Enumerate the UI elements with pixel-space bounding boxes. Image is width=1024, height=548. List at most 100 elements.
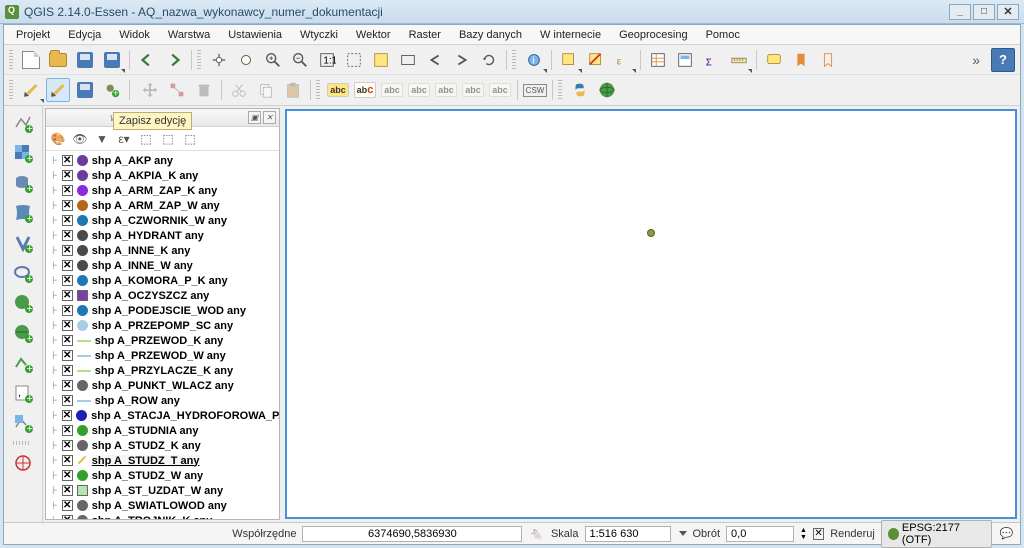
menu-pomoc[interactable]: Pomoc xyxy=(698,27,748,43)
add-feature-button[interactable]: + xyxy=(100,78,124,102)
close-button[interactable]: ✕ xyxy=(997,4,1019,20)
stats-button[interactable]: Σ xyxy=(700,48,724,72)
pan-button[interactable] xyxy=(207,48,231,72)
layer-item[interactable]: ⊦✕shp A_ROW any xyxy=(46,393,279,408)
layer-item[interactable]: ⊦✕shp A_PUNKT_WLACZ any xyxy=(46,378,279,393)
move-feature-button[interactable] xyxy=(138,78,162,102)
add-wfs-icon[interactable]: + xyxy=(11,351,35,375)
layer-item[interactable]: ⊦✕shp A_PODEJSCIE_WOD any xyxy=(46,303,279,318)
crs-badge[interactable]: EPSG:2177 (OTF) xyxy=(881,520,993,548)
layer-checkbox[interactable]: ✕ xyxy=(62,305,73,316)
zoom-next-button[interactable] xyxy=(450,48,474,72)
layer-checkbox[interactable]: ✕ xyxy=(62,425,73,436)
toggle-editing-button[interactable] xyxy=(46,78,70,102)
layer-item[interactable]: ⊦✕shp A_HYDRANT any xyxy=(46,228,279,243)
layer-checkbox[interactable]: ✕ xyxy=(62,245,73,256)
layer-item[interactable]: ⊦✕shp A_AKPIA_K any xyxy=(46,168,279,183)
add-raster-icon[interactable]: + xyxy=(11,141,35,165)
layer-checkbox[interactable]: ✕ xyxy=(62,470,73,481)
layer-item[interactable]: ⊦✕shp A_PRZEWOD_K any xyxy=(46,333,279,348)
menu-edycja[interactable]: Edycja xyxy=(60,27,109,43)
coord-toggle-icon[interactable]: 🐁 xyxy=(528,525,545,543)
layer-checkbox[interactable]: ✕ xyxy=(62,170,73,181)
layer-visible-icon[interactable]: 👁 xyxy=(71,130,89,148)
select-expression-button[interactable]: ε xyxy=(611,48,635,72)
current-edits-button[interactable] xyxy=(19,78,43,102)
panel-close-button[interactable]: ✕ xyxy=(263,111,276,124)
coord-input[interactable] xyxy=(302,526,522,542)
render-checkbox[interactable]: ✕ xyxy=(813,528,824,540)
toolbar-overflow-1[interactable]: » xyxy=(972,52,988,68)
layer-item[interactable]: ⊦✕shp A_STACJA_HYDROFOROWA_P... xyxy=(46,408,279,423)
menu-wektor[interactable]: Wektor xyxy=(348,27,399,43)
layer-item[interactable]: ⊦✕shp A_KOMORA_P_K any xyxy=(46,273,279,288)
zoom-last-button[interactable] xyxy=(423,48,447,72)
layer-item[interactable]: ⊦✕shp A_TROJNIK_K any xyxy=(46,513,279,519)
copy-button[interactable] xyxy=(254,78,278,102)
node-tool-button[interactable] xyxy=(165,78,189,102)
layer-collapse-icon[interactable]: ⬚ xyxy=(159,130,177,148)
layer-remove-icon[interactable]: ⬚ xyxy=(181,130,199,148)
layer-checkbox[interactable]: ✕ xyxy=(62,455,73,466)
layer-expression-icon[interactable]: ε▾ xyxy=(115,130,133,148)
messages-icon[interactable]: 💬 xyxy=(998,525,1015,543)
layer-checkbox[interactable]: ✕ xyxy=(62,275,73,286)
layer-checkbox[interactable]: ✕ xyxy=(62,500,73,511)
zoom-to-layer-button[interactable] xyxy=(396,48,420,72)
layer-item[interactable]: ⊦✕shp A_OCZYSZCZ any xyxy=(46,288,279,303)
layer-item[interactable]: ⊦✕shp A_SWIATLOWOD any xyxy=(46,498,279,513)
layer-list[interactable]: ⊦✕shp A_AKP any⊦✕shp A_AKPIA_K any ⊦✕shp … xyxy=(46,151,279,519)
redo-button[interactable] xyxy=(162,48,186,72)
layer-checkbox[interactable]: ✕ xyxy=(62,215,73,226)
zoom-to-selection-button[interactable] xyxy=(369,48,393,72)
zoom-full-button[interactable] xyxy=(342,48,366,72)
paste-button[interactable] xyxy=(281,78,305,102)
label-abc-diagram-button[interactable]: abc xyxy=(353,78,377,102)
label-show-button[interactable]: abc xyxy=(407,78,431,102)
layer-checkbox[interactable]: ✕ xyxy=(62,485,73,496)
layer-item[interactable]: ⊦✕shp A_PRZYLACZE_K any xyxy=(46,363,279,378)
layer-checkbox[interactable]: ✕ xyxy=(62,230,73,241)
csw-button[interactable]: CSW xyxy=(523,78,547,102)
label-abc-button[interactable]: abc xyxy=(326,78,350,102)
layer-checkbox[interactable]: ✕ xyxy=(62,185,73,196)
measure-button[interactable] xyxy=(727,48,751,72)
zoom-in-button[interactable] xyxy=(261,48,285,72)
menu-geoprocessing[interactable]: Geoprocesing xyxy=(611,27,696,43)
layer-filter-icon[interactable]: ▼ xyxy=(93,130,111,148)
pan-to-selection-button[interactable] xyxy=(234,48,258,72)
zoom-native-button[interactable]: 1:1 xyxy=(315,48,339,72)
layer-item[interactable]: ⊦✕shp A_PRZEPOMP_SC any xyxy=(46,318,279,333)
add-wcs-icon[interactable]: + xyxy=(11,321,35,345)
layer-item[interactable]: ⊦✕shp A_PRZEWOD_W any xyxy=(46,348,279,363)
delete-selected-button[interactable] xyxy=(192,78,216,102)
add-vector-icon[interactable]: + xyxy=(11,111,35,135)
layer-checkbox[interactable]: ✕ xyxy=(62,290,73,301)
layer-checkbox[interactable]: ✕ xyxy=(62,515,73,519)
layer-checkbox[interactable]: ✕ xyxy=(62,320,73,331)
layer-item[interactable]: ⊦✕shp A_STUDZ_T any xyxy=(46,453,279,468)
menu-ustawienia[interactable]: Ustawienia xyxy=(220,27,290,43)
layer-item[interactable]: ⊦✕shp A_CZWORNIK_W any xyxy=(46,213,279,228)
layer-item[interactable]: ⊦✕shp A_AKP any xyxy=(46,153,279,168)
map-canvas[interactable] xyxy=(285,109,1017,519)
label-rotate-button[interactable]: abc xyxy=(461,78,485,102)
menu-projekt[interactable]: Projekt xyxy=(8,27,58,43)
layer-checkbox[interactable]: ✕ xyxy=(62,380,73,391)
label-change-button[interactable]: abc xyxy=(488,78,512,102)
layer-checkbox[interactable]: ✕ xyxy=(62,365,73,376)
select-button[interactable] xyxy=(557,48,581,72)
layer-item[interactable]: ⊦✕shp A_INNE_W any xyxy=(46,258,279,273)
bookmarks-show-button[interactable] xyxy=(816,48,840,72)
layer-item[interactable]: ⊦✕shp A_STUDZ_W any xyxy=(46,468,279,483)
menu-bazy-danych[interactable]: Bazy danych xyxy=(451,27,530,43)
add-virtual-icon[interactable]: + xyxy=(11,411,35,435)
maptips-button[interactable] xyxy=(762,48,786,72)
layer-item[interactable]: ⊦✕shp A_STUDNIA any xyxy=(46,423,279,438)
refresh-button[interactable] xyxy=(477,48,501,72)
menu-w-internecie[interactable]: W internecie xyxy=(532,27,609,43)
save-as-button[interactable] xyxy=(100,48,124,72)
save-edits-button[interactable] xyxy=(73,78,97,102)
maximize-button[interactable]: □ xyxy=(973,4,995,20)
layer-item[interactable]: ⊦✕shp A_ARM_ZAP_W any xyxy=(46,198,279,213)
